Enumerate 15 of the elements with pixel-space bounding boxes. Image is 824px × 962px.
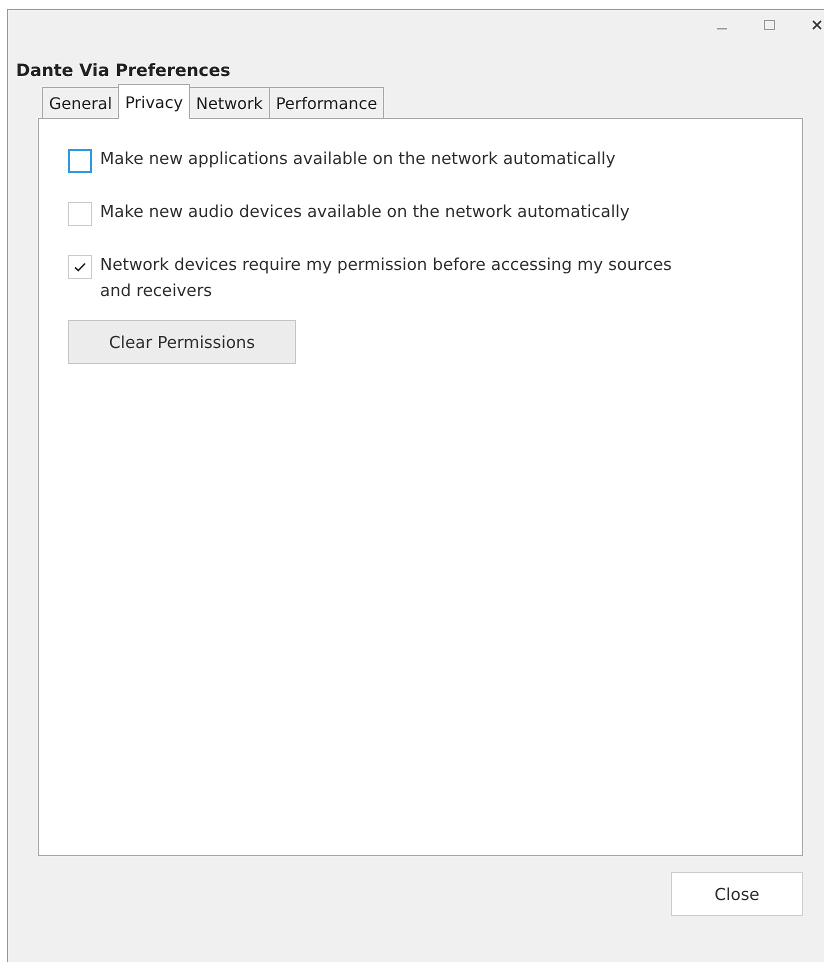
checkbox[interactable]: [68, 149, 92, 173]
tab[interactable]: General: [42, 87, 120, 118]
checkbox[interactable]: [68, 202, 92, 226]
checkbox-label: Make new audio devices available on the network automatically: [100, 201, 631, 223]
tab[interactable]: Privacy: [118, 84, 190, 119]
close-icon[interactable]: [812, 20, 822, 30]
window-title: Dante Via Preferences: [16, 61, 230, 81]
checkbox-label: Network devices require my permission before accessing my sources and receivers: [100, 254, 673, 302]
tab[interactable]: Performance: [268, 87, 384, 118]
maximize-icon[interactable]: [764, 20, 775, 30]
checkbox-label: Make new applications available on the network automatically: [100, 148, 616, 170]
checkbox[interactable]: [68, 255, 92, 279]
clear-permissions-button[interactable]: Clear Permissions: [68, 320, 296, 364]
close-button[interactable]: Close: [671, 872, 803, 916]
checkmark-icon: [74, 262, 86, 272]
